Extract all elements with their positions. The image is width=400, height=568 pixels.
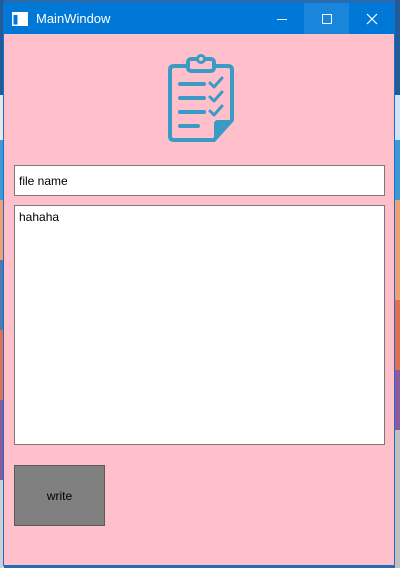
title-bar[interactable]: MainWindow: [4, 3, 394, 34]
clipboard-checklist-icon: [164, 54, 238, 148]
minimize-icon: [276, 18, 287, 20]
app-window-icon: [12, 11, 28, 27]
maximize-icon: [321, 13, 332, 24]
desktop-background-right: [395, 0, 400, 568]
minimize-button[interactable]: [259, 3, 304, 34]
close-icon: [366, 13, 377, 24]
window-title: MainWindow: [36, 11, 111, 26]
close-button[interactable]: [349, 3, 394, 34]
write-button[interactable]: write: [14, 465, 105, 526]
maximize-button[interactable]: [304, 3, 349, 34]
client-area: hahaha write: [4, 34, 394, 565]
filename-input[interactable]: [14, 165, 385, 196]
main-window: MainWindow file name hahaha write: [3, 2, 395, 566]
content-textarea[interactable]: hahaha: [14, 205, 385, 445]
